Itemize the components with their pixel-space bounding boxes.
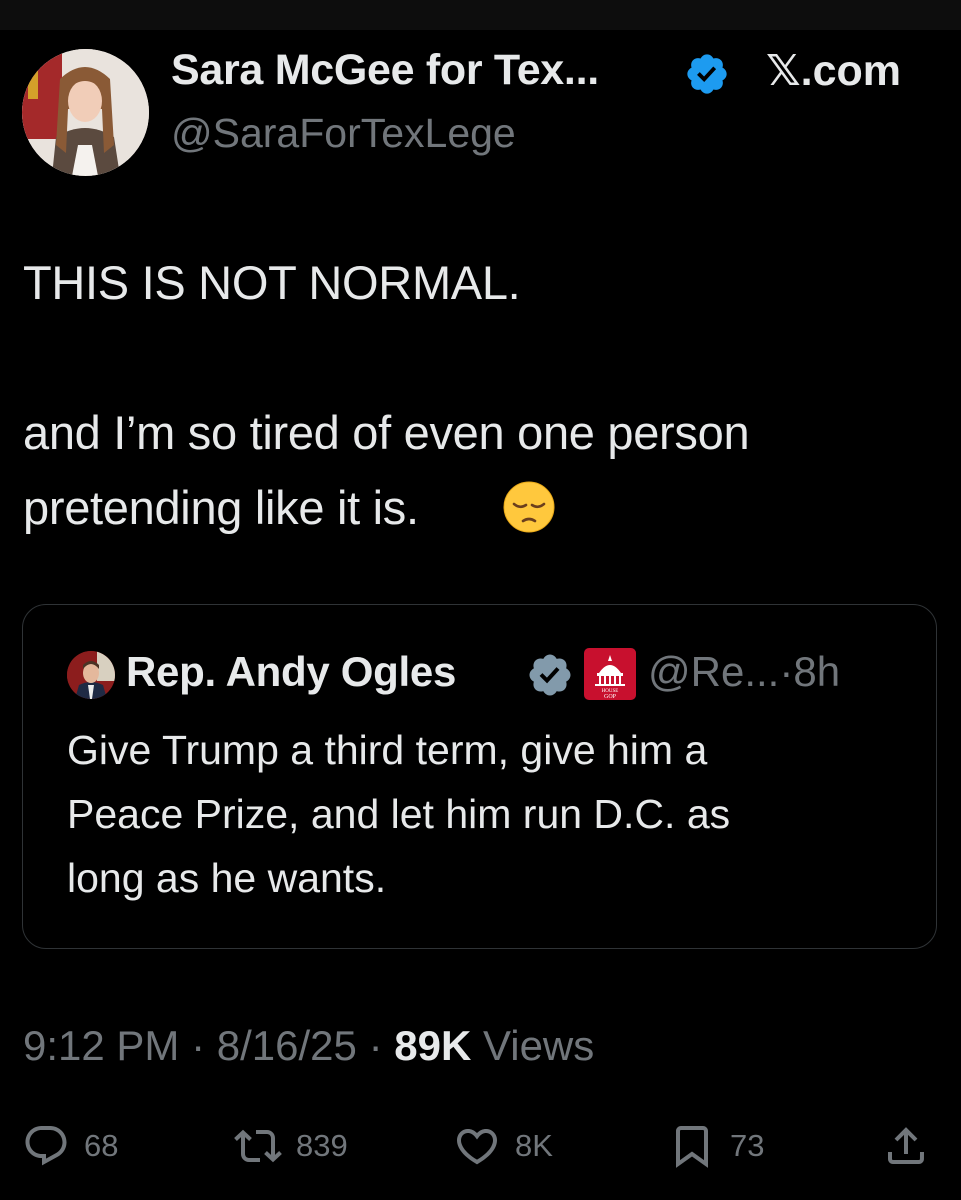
quoted-tweet-text-line: Give Trump a third term, give him a bbox=[67, 727, 708, 773]
tweet-meta-row: 9:12 PM · 8/16/25 · 89K Views bbox=[23, 1022, 594, 1070]
bookmark-icon bbox=[676, 1126, 708, 1168]
meta-separator: · bbox=[368, 1022, 383, 1069]
meta-separator: · bbox=[191, 1022, 206, 1069]
site-name-label: 𝕏.com bbox=[766, 47, 902, 95]
author-display-name[interactable]: Sara McGee for Tex... bbox=[171, 46, 599, 95]
tweet-time[interactable]: 9:12 PM bbox=[23, 1022, 179, 1069]
views-count: 89K bbox=[394, 1022, 472, 1069]
quoted-tweet-text-line: long as he wants. bbox=[67, 855, 387, 901]
verified-badge-icon bbox=[687, 54, 727, 94]
house-gop-badge-icon: HOUSE GOP bbox=[584, 648, 636, 700]
repost-count: 839 bbox=[296, 1128, 348, 1163]
tweet-date[interactable]: 8/16/25 bbox=[217, 1022, 357, 1069]
repost-button[interactable]: 839 bbox=[234, 1120, 348, 1172]
quoted-author-name[interactable]: Rep. Andy Ogles bbox=[126, 648, 456, 696]
quoted-tweet-meta: @Re...·8h bbox=[648, 648, 840, 696]
status-bar bbox=[0, 0, 961, 30]
views-label: Views bbox=[482, 1022, 595, 1069]
repost-icon bbox=[234, 1129, 282, 1163]
heart-icon bbox=[456, 1129, 498, 1165]
reply-button[interactable]: 68 bbox=[22, 1120, 118, 1172]
reply-icon bbox=[25, 1126, 67, 1166]
quoted-tweet-time: 8h bbox=[793, 648, 841, 695]
tweet-text-line: pretending like it is. bbox=[23, 481, 419, 534]
author-avatar[interactable] bbox=[22, 49, 149, 176]
tweet-text-line: and I’m so tired of even one person bbox=[23, 406, 750, 459]
share-icon bbox=[888, 1127, 924, 1164]
like-button[interactable]: 8K bbox=[453, 1120, 553, 1172]
quoted-author-handle[interactable]: @Re... bbox=[648, 648, 779, 695]
bookmark-button[interactable]: 73 bbox=[668, 1120, 764, 1172]
meta-separator: · bbox=[779, 648, 794, 695]
tweet-text-line: THIS IS NOT NORMAL. bbox=[23, 256, 521, 309]
share-button[interactable] bbox=[882, 1120, 930, 1172]
quoted-tweet-text-line: Peace Prize, and let him run D.C. as bbox=[67, 791, 731, 837]
quoted-author-avatar[interactable] bbox=[67, 651, 115, 699]
author-handle[interactable]: @SaraForTexLege bbox=[171, 110, 516, 157]
bookmark-count: 73 bbox=[730, 1128, 765, 1163]
verified-badge-icon bbox=[529, 654, 571, 696]
like-count: 8K bbox=[515, 1128, 553, 1163]
svg-text:GOP: GOP bbox=[604, 694, 617, 700]
pensive-face-icon bbox=[503, 481, 555, 533]
reply-count: 68 bbox=[84, 1128, 119, 1163]
